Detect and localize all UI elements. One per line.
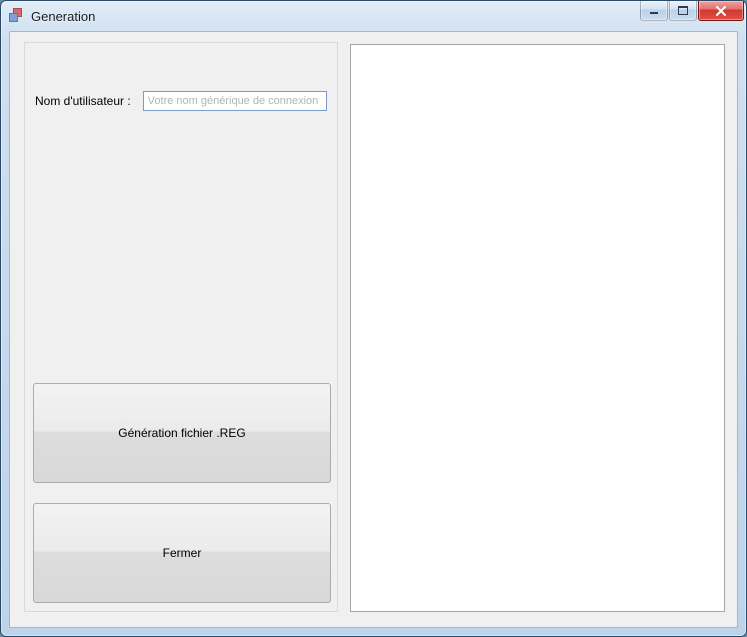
username-row: Nom d'utilisateur :	[35, 91, 327, 111]
window-frame: Generation Nom d'utilisateur : Génératio…	[0, 0, 747, 637]
close-app-button[interactable]: Fermer	[33, 503, 331, 603]
app-icon	[9, 8, 25, 24]
username-label: Nom d'utilisateur :	[35, 94, 131, 108]
close-button[interactable]	[698, 1, 744, 21]
input-panel: Nom d'utilisateur : Génération fichier .…	[24, 42, 338, 612]
client-area: Nom d'utilisateur : Génération fichier .…	[9, 31, 738, 628]
maximize-button[interactable]	[669, 1, 697, 21]
username-input[interactable]	[143, 91, 327, 111]
output-textarea[interactable]	[350, 44, 725, 612]
window-title: Generation	[31, 9, 95, 24]
titlebar[interactable]: Generation	[1, 1, 746, 31]
generate-reg-button[interactable]: Génération fichier .REG	[33, 383, 331, 483]
window-controls	[640, 1, 744, 21]
minimize-button[interactable]	[640, 1, 668, 21]
